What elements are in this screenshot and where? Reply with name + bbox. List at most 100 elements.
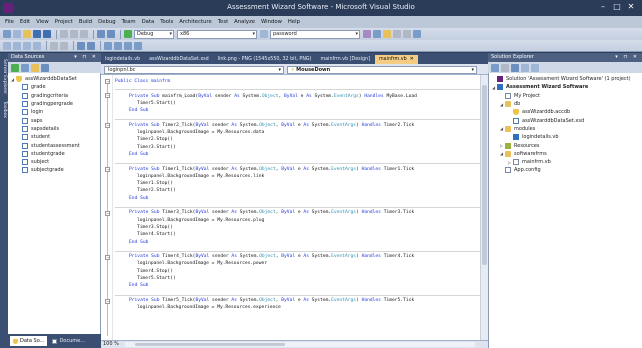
table-node[interactable]: login [8, 108, 101, 116]
table-node[interactable]: studentgrade [8, 150, 101, 158]
table-node[interactable]: saps [8, 116, 101, 124]
table-node[interactable]: subjectgrade [8, 166, 101, 174]
maximize-button[interactable]: □ [611, 2, 623, 12]
redo-icon[interactable] [107, 30, 115, 38]
menu-debug[interactable]: Debug [96, 19, 119, 25]
table-node[interactable]: studentassessment [8, 141, 101, 149]
open-file-icon[interactable] [23, 30, 31, 38]
table-node[interactable]: gradingcriteria [8, 92, 101, 100]
project-node[interactable]: ◢ Assessment Wizard Software [490, 83, 640, 91]
tab-logindetails[interactable]: logindetails.vb [101, 55, 144, 64]
file-node[interactable]: assWizarddb.accdb [490, 108, 640, 116]
menu-build[interactable]: Build [77, 19, 96, 25]
tab-mainfrm-design[interactable]: mainfrm.vb [Design] [317, 55, 374, 64]
collapse-icon[interactable]: − [105, 79, 110, 84]
table-node[interactable]: gradingpergrade [8, 100, 101, 108]
table-node[interactable]: student [8, 133, 101, 141]
menu-window[interactable]: Window [259, 19, 286, 25]
collapse-icon[interactable]: − [105, 255, 110, 260]
previous-bookmark-icon[interactable] [114, 41, 122, 50]
complete-word-icon[interactable] [33, 41, 41, 50]
collapse-icon[interactable]: − [105, 93, 110, 98]
panel-window-buttons[interactable]: ▾ ⊓ ✕ [615, 53, 639, 62]
solution-explorer-icon[interactable] [363, 30, 371, 38]
increase-indent-icon[interactable] [60, 41, 68, 50]
menu-data[interactable]: Data [140, 19, 159, 25]
close-button[interactable]: ✕ [625, 2, 637, 12]
find-in-files-icon[interactable] [260, 30, 268, 38]
next-bookmark-icon[interactable] [124, 41, 132, 50]
panel-window-buttons[interactable]: ▾ ⊓ ✕ [74, 53, 98, 62]
menu-test[interactable]: Test [216, 19, 232, 25]
document-outline-tab[interactable]: Docume... [49, 336, 88, 346]
collapse-icon[interactable]: − [105, 123, 110, 128]
folder-node[interactable]: ▷ Resources [490, 141, 640, 149]
start-debugging-icon[interactable] [124, 30, 132, 38]
object-browser-icon[interactable] [383, 30, 391, 38]
paste-icon[interactable] [80, 30, 88, 38]
configure-dataset-icon[interactable] [31, 63, 39, 72]
file-node[interactable]: ▷ mainfrm.vb [490, 158, 640, 166]
menu-tools[interactable]: Tools [158, 19, 177, 25]
cut-icon[interactable] [60, 30, 68, 38]
menu-file[interactable]: File [3, 19, 18, 25]
copy-icon[interactable] [70, 30, 78, 38]
solution-platform-select[interactable]: x86 ▾ [177, 29, 257, 39]
scrollbar-thumb[interactable] [482, 85, 487, 265]
collapse-icon[interactable]: − [105, 167, 110, 172]
file-node[interactable]: logindetails.vb [490, 133, 640, 141]
add-data-source-icon[interactable] [11, 63, 19, 72]
editor-horizontal-scrollbar[interactable] [125, 342, 475, 347]
menu-team[interactable]: Team [120, 19, 140, 25]
close-icon[interactable]: ✕ [410, 56, 414, 62]
folder-node[interactable]: ◢ modules [490, 125, 640, 133]
method-name-dropdown[interactable]: ⚡ MouseDown ▾ [287, 65, 477, 74]
display-object-member-list-icon[interactable] [3, 41, 11, 50]
find-combo[interactable]: password ▾ [270, 29, 360, 39]
my-project-node[interactable]: My Project [490, 92, 640, 100]
solution-node[interactable]: Solution 'Assessment Wizard Software' (1… [490, 75, 640, 83]
undo-icon[interactable] [97, 30, 105, 38]
editor-vertical-scrollbar[interactable] [480, 75, 488, 340]
properties-icon[interactable] [491, 63, 499, 72]
collapse-icon[interactable]: − [105, 211, 110, 216]
folder-node[interactable]: ◢ softwarefrms [490, 150, 640, 158]
edit-dataset-icon[interactable] [21, 63, 29, 72]
tab-dataset-designer[interactable]: assWizarddbDataSet.xsd [145, 55, 213, 64]
save-icon[interactable] [33, 30, 41, 38]
view-code-icon[interactable] [521, 63, 529, 72]
show-all-files-icon[interactable] [501, 63, 509, 72]
menu-analyze[interactable]: Analyze [232, 19, 259, 25]
uncomment-icon[interactable] [87, 41, 95, 50]
menu-edit[interactable]: Edit [18, 19, 34, 25]
table-node[interactable]: subject [8, 158, 101, 166]
decrease-indent-icon[interactable] [50, 41, 58, 50]
data-sources-tab[interactable]: Data So... [10, 336, 48, 346]
add-item-icon[interactable] [13, 30, 21, 38]
dataset-node[interactable]: ◢ assWizarddbDataSet [8, 75, 101, 83]
save-all-icon[interactable] [43, 30, 51, 38]
view-designer-icon[interactable] [531, 63, 539, 72]
toggle-bookmark-icon[interactable] [104, 41, 112, 50]
clear-bookmarks-icon[interactable] [134, 41, 142, 50]
tab-mainfrm-code[interactable]: mainfrm.vb ✕ [374, 55, 418, 64]
tab-link-png[interactable]: link.png - PNG (1545x550, 32 bit, PNG) [214, 55, 316, 64]
class-name-dropdown[interactable]: loginpnl.bc ▾ [104, 65, 284, 74]
menu-help[interactable]: Help [286, 19, 304, 25]
file-node[interactable]: App.config [490, 166, 640, 174]
toolbox-icon[interactable] [393, 30, 401, 38]
file-node[interactable]: assWizarddbDataSet.xsd [490, 116, 640, 124]
properties-icon[interactable] [373, 30, 381, 38]
refresh-icon[interactable] [511, 63, 519, 72]
solution-configuration-select[interactable]: Debug ▾ [134, 29, 174, 39]
server-explorer-tab[interactable]: Server Explorer [1, 59, 7, 94]
extension-manager-icon[interactable] [403, 30, 411, 38]
scrollbar-thumb[interactable] [135, 343, 285, 346]
comment-out-icon[interactable] [77, 41, 85, 50]
table-node[interactable]: sapsdetails [8, 125, 101, 133]
new-project-icon[interactable] [3, 30, 11, 38]
parameter-info-icon[interactable] [13, 41, 21, 50]
folder-node[interactable]: ◢ db [490, 100, 640, 108]
menu-view[interactable]: View [34, 19, 53, 25]
table-node[interactable]: grade [8, 83, 101, 91]
